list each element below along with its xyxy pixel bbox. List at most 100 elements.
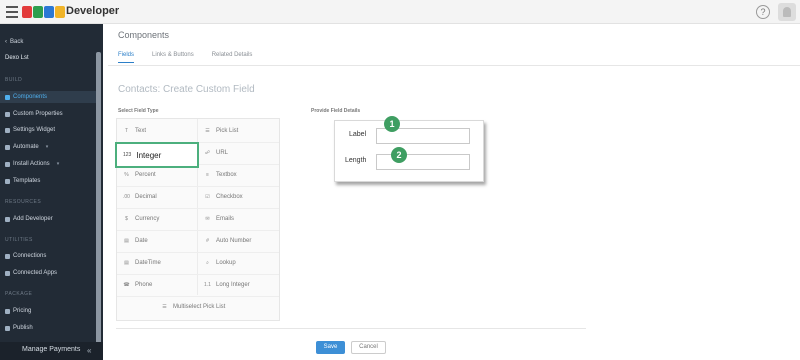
step-marker-2: 2 bbox=[391, 147, 407, 163]
automate-icon bbox=[5, 144, 10, 150]
add-user-icon bbox=[5, 216, 10, 222]
decimal-type-icon: .00 bbox=[123, 194, 130, 200]
save-button[interactable]: Save bbox=[316, 341, 345, 354]
phone-icon: ☎ bbox=[123, 282, 130, 288]
sidebar-section-resources: RESOURCES bbox=[5, 199, 42, 205]
field-type-url[interactable]: ☍ URL bbox=[203, 147, 228, 159]
field-type-text[interactable]: T Text bbox=[122, 125, 146, 137]
sidebar-item-publish[interactable]: Publish bbox=[5, 322, 33, 334]
percent-type-icon: % bbox=[124, 172, 129, 178]
row-divider bbox=[117, 252, 279, 253]
sidebar-section-package: PACKAGE bbox=[5, 291, 33, 297]
avatar[interactable] bbox=[778, 3, 796, 21]
tab-bar: Fields Links & Buttons Related Details bbox=[118, 52, 252, 63]
field-type-multiselect-pick-list[interactable]: ☰ Multiselect Pick List bbox=[160, 301, 225, 313]
install-icon bbox=[5, 161, 10, 167]
sidebar-item-templates[interactable]: Templates bbox=[5, 175, 40, 187]
help-icon[interactable]: ? bbox=[756, 5, 770, 19]
chevron-down-icon: ▾ bbox=[56, 161, 60, 167]
calendar-icon: ▤ bbox=[124, 238, 129, 244]
provide-field-details-label: Provide Field Details bbox=[311, 108, 361, 114]
step-marker-1: 1 bbox=[384, 116, 400, 132]
components-icon bbox=[5, 94, 10, 100]
field-type-phone[interactable]: ☎ Phone bbox=[122, 279, 152, 291]
field-type-currency[interactable]: $ Currency bbox=[122, 213, 159, 225]
label-field-label: Label bbox=[349, 131, 367, 138]
row-divider bbox=[117, 230, 279, 231]
sidebar-section-build: BUILD bbox=[5, 77, 23, 83]
field-details-card: Label Length bbox=[334, 120, 484, 182]
currency-type-icon: $ bbox=[125, 216, 128, 222]
chevron-down-icon: ▾ bbox=[45, 144, 49, 150]
field-type-auto-number[interactable]: # Auto Number bbox=[203, 235, 251, 247]
text-type-icon: T bbox=[124, 128, 129, 134]
field-type-pick-list[interactable]: ☰ Pick List bbox=[203, 125, 238, 137]
back-arrow-icon: ‹ bbox=[5, 39, 7, 45]
row-divider bbox=[117, 274, 279, 275]
field-type-emails[interactable]: ✉ Emails bbox=[203, 213, 234, 225]
checkbox-icon: ☑ bbox=[205, 194, 210, 200]
mail-icon: ✉ bbox=[205, 216, 210, 222]
sidebar-item-connections[interactable]: Connections bbox=[5, 250, 46, 262]
field-type-long-integer[interactable]: 1.1 Long Integer bbox=[203, 279, 250, 291]
link-icon: ☍ bbox=[204, 150, 211, 156]
field-type-checkbox[interactable]: ☑ Checkbox bbox=[203, 191, 242, 203]
sidebar-item-custom-properties[interactable]: Custom Properties bbox=[5, 108, 63, 120]
field-type-textbox[interactable]: ≡ Textbox bbox=[203, 169, 237, 181]
properties-icon bbox=[5, 111, 10, 117]
hamburger-menu-icon[interactable] bbox=[6, 6, 18, 18]
textbox-icon: ≡ bbox=[206, 172, 209, 178]
back-link[interactable]: ‹ Back bbox=[5, 36, 23, 48]
form-divider bbox=[116, 328, 586, 329]
tab-links-buttons[interactable]: Links & Buttons bbox=[152, 52, 194, 63]
list-icon: ☰ bbox=[205, 128, 210, 134]
sidebar-item-pricing[interactable]: Pricing bbox=[5, 305, 31, 317]
cancel-button[interactable]: Cancel bbox=[351, 341, 386, 354]
integer-type-icon: 123 bbox=[123, 152, 132, 158]
sidebar-section-utilities: UTILITIES bbox=[5, 237, 33, 243]
page-title: Components bbox=[118, 30, 170, 40]
field-type-lookup[interactable]: ⌕ Lookup bbox=[203, 257, 236, 269]
row-divider bbox=[117, 186, 279, 187]
sidebar-footer[interactable]: Manage Payments « bbox=[0, 342, 103, 360]
sidebar-item-automate[interactable]: Automate ▾ bbox=[5, 141, 48, 153]
sidebar-item-connected-apps[interactable]: Connected Apps bbox=[5, 267, 57, 279]
multiselect-list-icon: ☰ bbox=[162, 304, 167, 310]
field-type-integer[interactable]: 123 Integer bbox=[115, 142, 199, 168]
template-icon bbox=[5, 178, 10, 184]
connection-icon bbox=[5, 253, 10, 259]
apps-icon bbox=[5, 270, 10, 276]
length-field-label: Length bbox=[345, 157, 367, 164]
sidebar: ‹ Back Dexo Lst BUILD Components Custom P… bbox=[0, 24, 103, 360]
sidebar-item-components[interactable]: Components bbox=[0, 91, 98, 103]
manage-payments-label: Manage Payments bbox=[22, 346, 81, 353]
lookup-icon: ⌕ bbox=[206, 260, 209, 266]
sidebar-item-install-actions[interactable]: Install Actions ▾ bbox=[5, 158, 59, 170]
top-bar: Developer ? bbox=[0, 0, 800, 24]
hash-icon: # bbox=[206, 238, 209, 244]
tabs-divider bbox=[108, 65, 800, 66]
section-title: Contacts: Create Custom Field bbox=[118, 84, 255, 95]
field-type-percent[interactable]: % Percent bbox=[122, 169, 155, 181]
sidebar-item-add-developer[interactable]: Add Developer bbox=[5, 213, 53, 225]
tab-related-details[interactable]: Related Details bbox=[212, 52, 253, 63]
length-input[interactable] bbox=[376, 154, 470, 170]
tab-fields[interactable]: Fields bbox=[118, 52, 135, 63]
row-divider bbox=[117, 296, 279, 297]
brand-name: Developer bbox=[66, 5, 120, 17]
publish-icon bbox=[5, 325, 10, 331]
collapse-icon[interactable]: « bbox=[87, 346, 91, 355]
pricing-icon bbox=[5, 308, 10, 314]
row-divider bbox=[117, 208, 279, 209]
sidebar-app-name: Dexo Lst bbox=[5, 55, 29, 61]
calendar-clock-icon: ▤ bbox=[124, 260, 129, 266]
field-type-datetime[interactable]: ▤ DateTime bbox=[122, 257, 161, 269]
select-field-type-label: Select Field Type bbox=[118, 108, 159, 114]
sidebar-scrollbar[interactable] bbox=[96, 52, 101, 360]
long-integer-icon: 1.1 bbox=[204, 282, 211, 288]
brand-logo bbox=[22, 6, 65, 18]
sidebar-item-settings-widget[interactable]: Settings Widget bbox=[5, 124, 55, 136]
field-type-decimal[interactable]: .00 Decimal bbox=[122, 191, 157, 203]
field-type-date[interactable]: ▤ Date bbox=[122, 235, 148, 247]
gear-icon bbox=[5, 127, 10, 133]
